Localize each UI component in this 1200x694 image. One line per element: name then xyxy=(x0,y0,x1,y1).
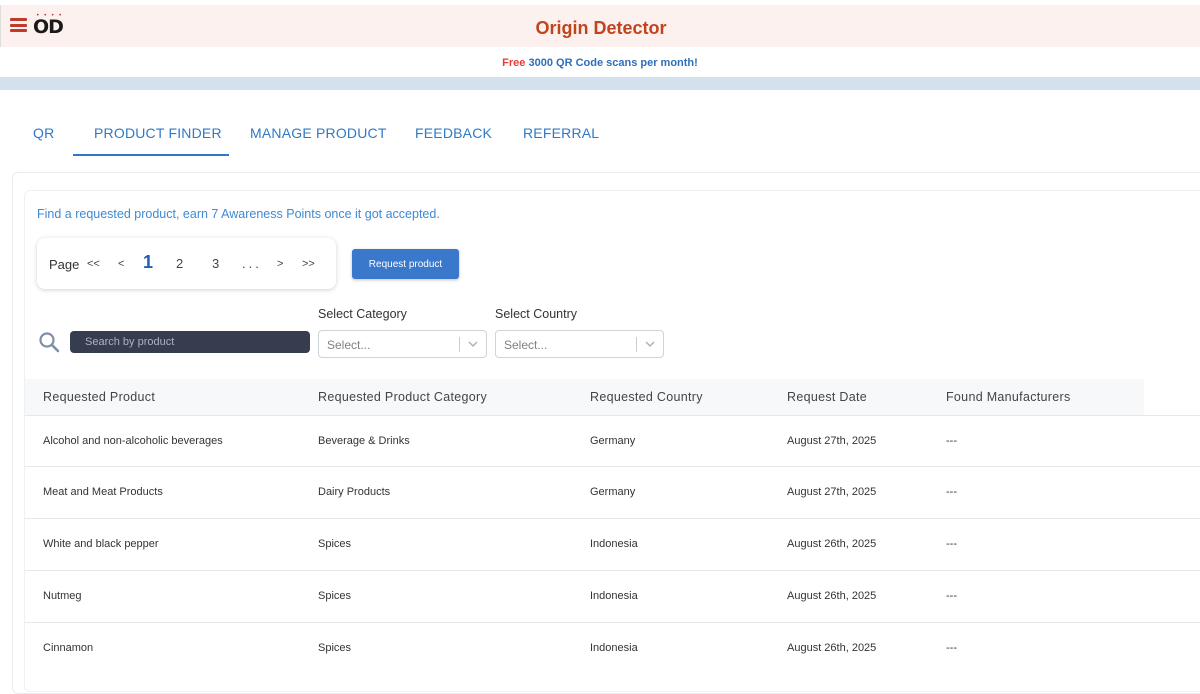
app-header: • • • • OD Origin Detector xyxy=(0,5,1200,47)
last-page-button[interactable]: >> xyxy=(302,258,315,270)
pagination-label: Page xyxy=(49,257,80,272)
select-separator xyxy=(636,337,637,352)
cell-manufacturers: --- xyxy=(946,435,957,447)
table-row[interactable]: Meat and Meat Products Dairy Products Ge… xyxy=(25,466,1200,518)
cell-product: Cinnamon xyxy=(43,642,94,654)
cell-product: Nutmeg xyxy=(43,590,82,602)
app-title: Origin Detector xyxy=(535,18,667,38)
page-1-button[interactable]: 1 xyxy=(143,252,153,273)
page-3-button[interactable]: 3 xyxy=(212,256,219,271)
country-placeholder: Select... xyxy=(504,338,548,352)
column-header-country[interactable]: Requested Country xyxy=(590,390,703,404)
cell-category: Spices xyxy=(318,538,352,550)
table-row[interactable]: Cinnamon Spices Indonesia August 26th, 2… xyxy=(25,622,1200,674)
column-header-category[interactable]: Requested Product Category xyxy=(318,390,487,404)
table-header: Requested Product Requested Product Cate… xyxy=(25,379,1144,415)
table-row[interactable]: Nutmeg Spices Indonesia August 26th, 202… xyxy=(25,570,1200,622)
cell-country: Indonesia xyxy=(590,538,638,550)
cell-date: August 26th, 2025 xyxy=(787,642,877,654)
cell-date: August 27th, 2025 xyxy=(787,435,877,447)
tab-feedback[interactable]: FEEDBACK xyxy=(415,125,492,141)
next-page-button[interactable]: > xyxy=(277,258,283,270)
column-header-date[interactable]: Request Date xyxy=(787,390,867,404)
pagination: Page << < 1 2 3 ... > >> xyxy=(37,238,336,289)
cell-category: Dairy Products xyxy=(318,486,391,498)
promo-text: 3000 QR Code scans per month! xyxy=(528,57,698,69)
tab-product-finder[interactable]: PRODUCT FINDER xyxy=(94,125,222,141)
country-select[interactable]: Select... xyxy=(495,330,664,358)
cell-country: Indonesia xyxy=(590,590,638,602)
cell-category: Beverage & Drinks xyxy=(318,435,410,447)
cell-manufacturers: --- xyxy=(946,590,957,602)
search-icon[interactable] xyxy=(38,331,60,353)
table-row[interactable]: Alcohol and non-alcoholic beverages Beve… xyxy=(25,415,1200,467)
tab-manage-product[interactable]: MANAGE PRODUCT xyxy=(250,125,387,141)
divider-bar xyxy=(0,77,1200,90)
cell-date: August 26th, 2025 xyxy=(787,538,877,550)
cell-manufacturers: --- xyxy=(946,642,957,654)
country-label: Select Country xyxy=(495,307,577,321)
promo-banner: Free 3000 QR Code scans per month! xyxy=(0,47,1200,77)
cell-country: Indonesia xyxy=(590,642,638,654)
chevron-down-icon xyxy=(645,341,655,347)
cell-manufacturers: --- xyxy=(946,486,957,498)
cell-date: August 27th, 2025 xyxy=(787,486,877,498)
category-label: Select Category xyxy=(318,307,407,321)
select-separator xyxy=(459,337,460,352)
request-product-button[interactable]: Request product xyxy=(352,249,459,279)
category-select[interactable]: Select... xyxy=(318,330,487,358)
cell-category: Spices xyxy=(318,642,352,654)
cell-date: August 26th, 2025 xyxy=(787,590,877,602)
promo-free: Free xyxy=(502,57,526,69)
chevron-down-icon xyxy=(468,341,478,347)
category-placeholder: Select... xyxy=(327,338,371,352)
active-tab-indicator xyxy=(73,154,229,156)
table-row[interactable]: White and black pepper Spices Indonesia … xyxy=(25,518,1200,570)
info-text: Find a requested product, earn 7 Awarene… xyxy=(37,207,440,221)
search-input[interactable] xyxy=(70,331,310,353)
cell-product: Meat and Meat Products xyxy=(43,486,163,498)
prev-page-button[interactable]: < xyxy=(118,258,124,270)
cell-category: Spices xyxy=(318,590,352,602)
page-2-button[interactable]: 2 xyxy=(176,256,183,271)
tab-qr[interactable]: QR xyxy=(33,125,54,141)
first-page-button[interactable]: << xyxy=(87,258,100,270)
tab-bar: QR PRODUCT FINDER MANAGE PRODUCT FEEDBAC… xyxy=(0,90,1200,162)
tab-referral[interactable]: REFERRAL xyxy=(523,125,599,141)
cell-manufacturers: --- xyxy=(946,538,957,550)
cell-country: Germany xyxy=(590,435,636,447)
column-header-product[interactable]: Requested Product xyxy=(43,390,155,404)
cell-product: Alcohol and non-alcoholic beverages xyxy=(43,435,223,447)
pagination-ellipsis: ... xyxy=(242,256,262,271)
cell-country: Germany xyxy=(590,486,636,498)
cell-product: White and black pepper xyxy=(43,538,159,550)
column-header-manufacturers[interactable]: Found Manufacturers xyxy=(946,390,1071,404)
